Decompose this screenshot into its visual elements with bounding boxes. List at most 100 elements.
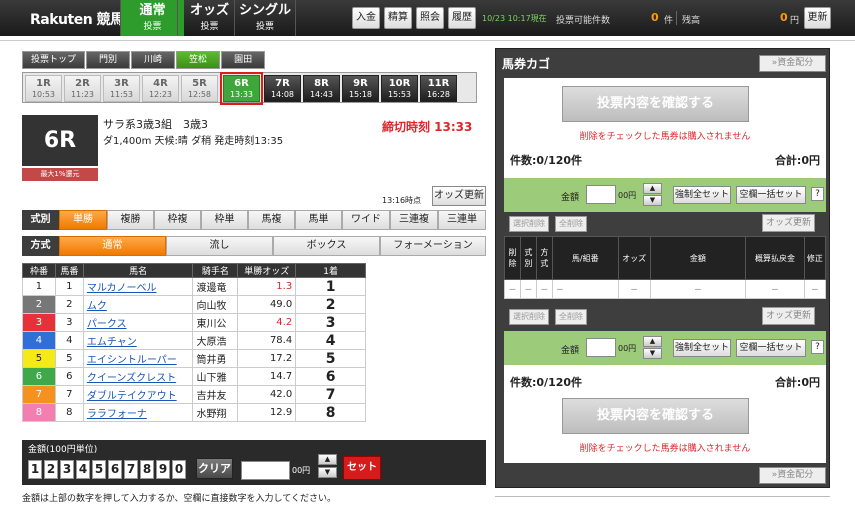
amount-input[interactable]: [241, 461, 290, 480]
race-tab-5[interactable]: 5R 12:58: [181, 75, 218, 102]
amount-down-button[interactable]: ▼: [318, 467, 337, 478]
race-tabs: 1R 10:53 2R 11:23 3R 11:53 4R 12:23 5R 12:58 …: [22, 72, 477, 105]
first-place-select[interactable]: 7: [295, 385, 366, 404]
bet-type-trio[interactable]: 三連複: [390, 210, 438, 230]
race-tab-9[interactable]: 9R 15:18: [342, 75, 379, 102]
first-place-select[interactable]: 2: [295, 295, 366, 314]
cart-amount-input-bottom[interactable]: [586, 338, 616, 357]
batch-set-button[interactable]: 空欄一括セット: [736, 186, 806, 204]
fund-allocation-button-bottom[interactable]: »資金配分: [759, 467, 826, 484]
numkey-6[interactable]: 6: [108, 460, 122, 479]
select-delete-button[interactable]: 選択削除: [509, 216, 549, 232]
amount-up-button[interactable]: ▲: [318, 454, 337, 465]
numkey-5[interactable]: 5: [92, 460, 106, 479]
fund-allocation-button[interactable]: »資金配分: [759, 55, 826, 72]
history-button[interactable]: 履歴: [448, 7, 476, 29]
race-tab-3[interactable]: 3R 11:53: [103, 75, 140, 102]
horse-name-link[interactable]: クイーンズクレスト: [82, 367, 194, 386]
horse-name-link[interactable]: パークス: [82, 313, 194, 332]
delete-all-button[interactable]: 全削除: [555, 216, 587, 232]
first-place-select[interactable]: 3: [295, 313, 366, 332]
horse-name-link[interactable]: ララフォーナ: [82, 403, 194, 422]
race-tab-10[interactable]: 10R 15:53: [381, 75, 418, 102]
race-tab-2[interactable]: 2R 11:23: [64, 75, 101, 102]
horse-name-link[interactable]: ダブルテイクアウト: [82, 385, 194, 404]
jockey-cell: 渡邊竜: [192, 277, 239, 296]
race-tab-7[interactable]: 7R 14:08: [264, 75, 301, 102]
bet-type-place[interactable]: 複勝: [107, 210, 154, 230]
race-tab-8[interactable]: 8R 14:43: [303, 75, 340, 102]
method-formation[interactable]: フォーメーション: [380, 236, 486, 256]
numkey-9[interactable]: 9: [156, 460, 170, 479]
bet-type-trifecta[interactable]: 三連単: [438, 210, 486, 230]
cart-amount-up-bottom[interactable]: ▲: [643, 336, 662, 347]
deposit-button[interactable]: 入金: [352, 7, 380, 29]
amount-label: 金額: [561, 193, 580, 203]
odds-update-button[interactable]: オッズ更新: [432, 186, 486, 206]
delete-all-button-bottom[interactable]: 全削除: [555, 309, 587, 325]
venue-tab-kasamatsu[interactable]: 笠松: [176, 51, 221, 69]
method-box[interactable]: ボックス: [273, 236, 380, 256]
numkey-7[interactable]: 7: [124, 460, 138, 479]
race-tab-11[interactable]: 11R 16:28: [420, 75, 457, 102]
tab-single-vote[interactable]: シングル 投票: [234, 0, 296, 36]
bet-type-label: 式別: [22, 210, 59, 230]
force-set-all-button[interactable]: 強制全セット: [673, 186, 731, 204]
help-icon[interactable]: ?: [811, 187, 824, 201]
horse-name-link[interactable]: マルカノーベル: [82, 277, 194, 296]
settle-button[interactable]: 精算: [384, 7, 412, 29]
numkey-2[interactable]: 2: [44, 460, 58, 479]
horse-name-link[interactable]: エイシントルーパー: [82, 349, 194, 368]
tab-odds-vote[interactable]: オッズ 投票: [177, 0, 241, 36]
venue-tab-kawasaki[interactable]: 川崎: [131, 51, 176, 69]
numkey-8[interactable]: 8: [140, 460, 154, 479]
method-normal[interactable]: 通常: [59, 236, 166, 256]
first-place-select[interactable]: 1: [295, 277, 366, 296]
venue-tab-sonoda[interactable]: 園田: [221, 51, 266, 69]
venue-tab-top[interactable]: 投票トップ: [22, 51, 86, 69]
numkey-4[interactable]: 4: [76, 460, 90, 479]
horse-name-link[interactable]: エムチャン: [82, 331, 194, 350]
batch-set-button-bottom[interactable]: 空欄一括セット: [736, 339, 806, 357]
confirm-button[interactable]: 投票内容を確認する: [562, 86, 749, 122]
numkey-3[interactable]: 3: [60, 460, 74, 479]
cart-amount-up[interactable]: ▲: [643, 183, 662, 194]
cart-odds-update-button-bottom[interactable]: オッズ更新: [762, 307, 816, 325]
bet-type-bracket-exacta[interactable]: 枠単: [201, 210, 248, 230]
col-header: 1着: [295, 263, 366, 278]
venue-tab-monbetsu[interactable]: 門別: [86, 51, 131, 69]
set-button[interactable]: セット: [343, 456, 381, 480]
first-place-select[interactable]: 6: [295, 367, 366, 386]
bet-type-exacta[interactable]: 馬単: [295, 210, 342, 230]
bet-type-quinella[interactable]: 馬複: [248, 210, 295, 230]
inquiry-button[interactable]: 照会: [416, 7, 444, 29]
cart-amount-down-bottom[interactable]: ▼: [643, 348, 662, 359]
help-icon[interactable]: ?: [811, 340, 824, 354]
clear-button[interactable]: クリア: [196, 458, 233, 479]
select-delete-button-bottom[interactable]: 選択削除: [509, 309, 549, 325]
cart-odds-update-button[interactable]: オッズ更新: [762, 214, 816, 232]
numkey-0[interactable]: 0: [172, 460, 186, 479]
race-info: ダ1,400m 天候:晴 ダ稍 発走時刻13:35: [103, 136, 284, 147]
force-set-all-button-bottom[interactable]: 強制全セット: [673, 339, 731, 357]
available-label: 投票可能件数: [556, 16, 611, 26]
race-tab-1[interactable]: 1R 10:53: [25, 75, 62, 102]
cart-amount-input[interactable]: [586, 185, 616, 204]
method-nagashi[interactable]: 流し: [166, 236, 273, 256]
bet-type-wide[interactable]: ワイド: [342, 210, 390, 230]
refresh-button[interactable]: 更新: [804, 7, 831, 29]
first-place-select[interactable]: 8: [295, 403, 366, 422]
race-tab-4[interactable]: 4R 12:23: [142, 75, 179, 102]
bet-type-win[interactable]: 単勝: [59, 210, 107, 230]
tab-normal-vote[interactable]: 通常 投票: [120, 0, 184, 36]
logo[interactable]: Rakuten 競馬: [30, 9, 124, 29]
first-place-select[interactable]: 5: [295, 349, 366, 368]
race-tab-6[interactable]: 6R 13:33: [220, 72, 263, 105]
confirm-button-bottom[interactable]: 投票内容を確認する: [562, 398, 749, 434]
first-place-select[interactable]: 4: [295, 331, 366, 350]
numkey-1[interactable]: 1: [28, 460, 42, 479]
bet-type-bracket-quinella[interactable]: 枠複: [154, 210, 201, 230]
odds-cell: 42.0: [237, 385, 297, 404]
horse-name-link[interactable]: ムク: [82, 295, 194, 314]
cart-amount-down[interactable]: ▼: [643, 195, 662, 206]
